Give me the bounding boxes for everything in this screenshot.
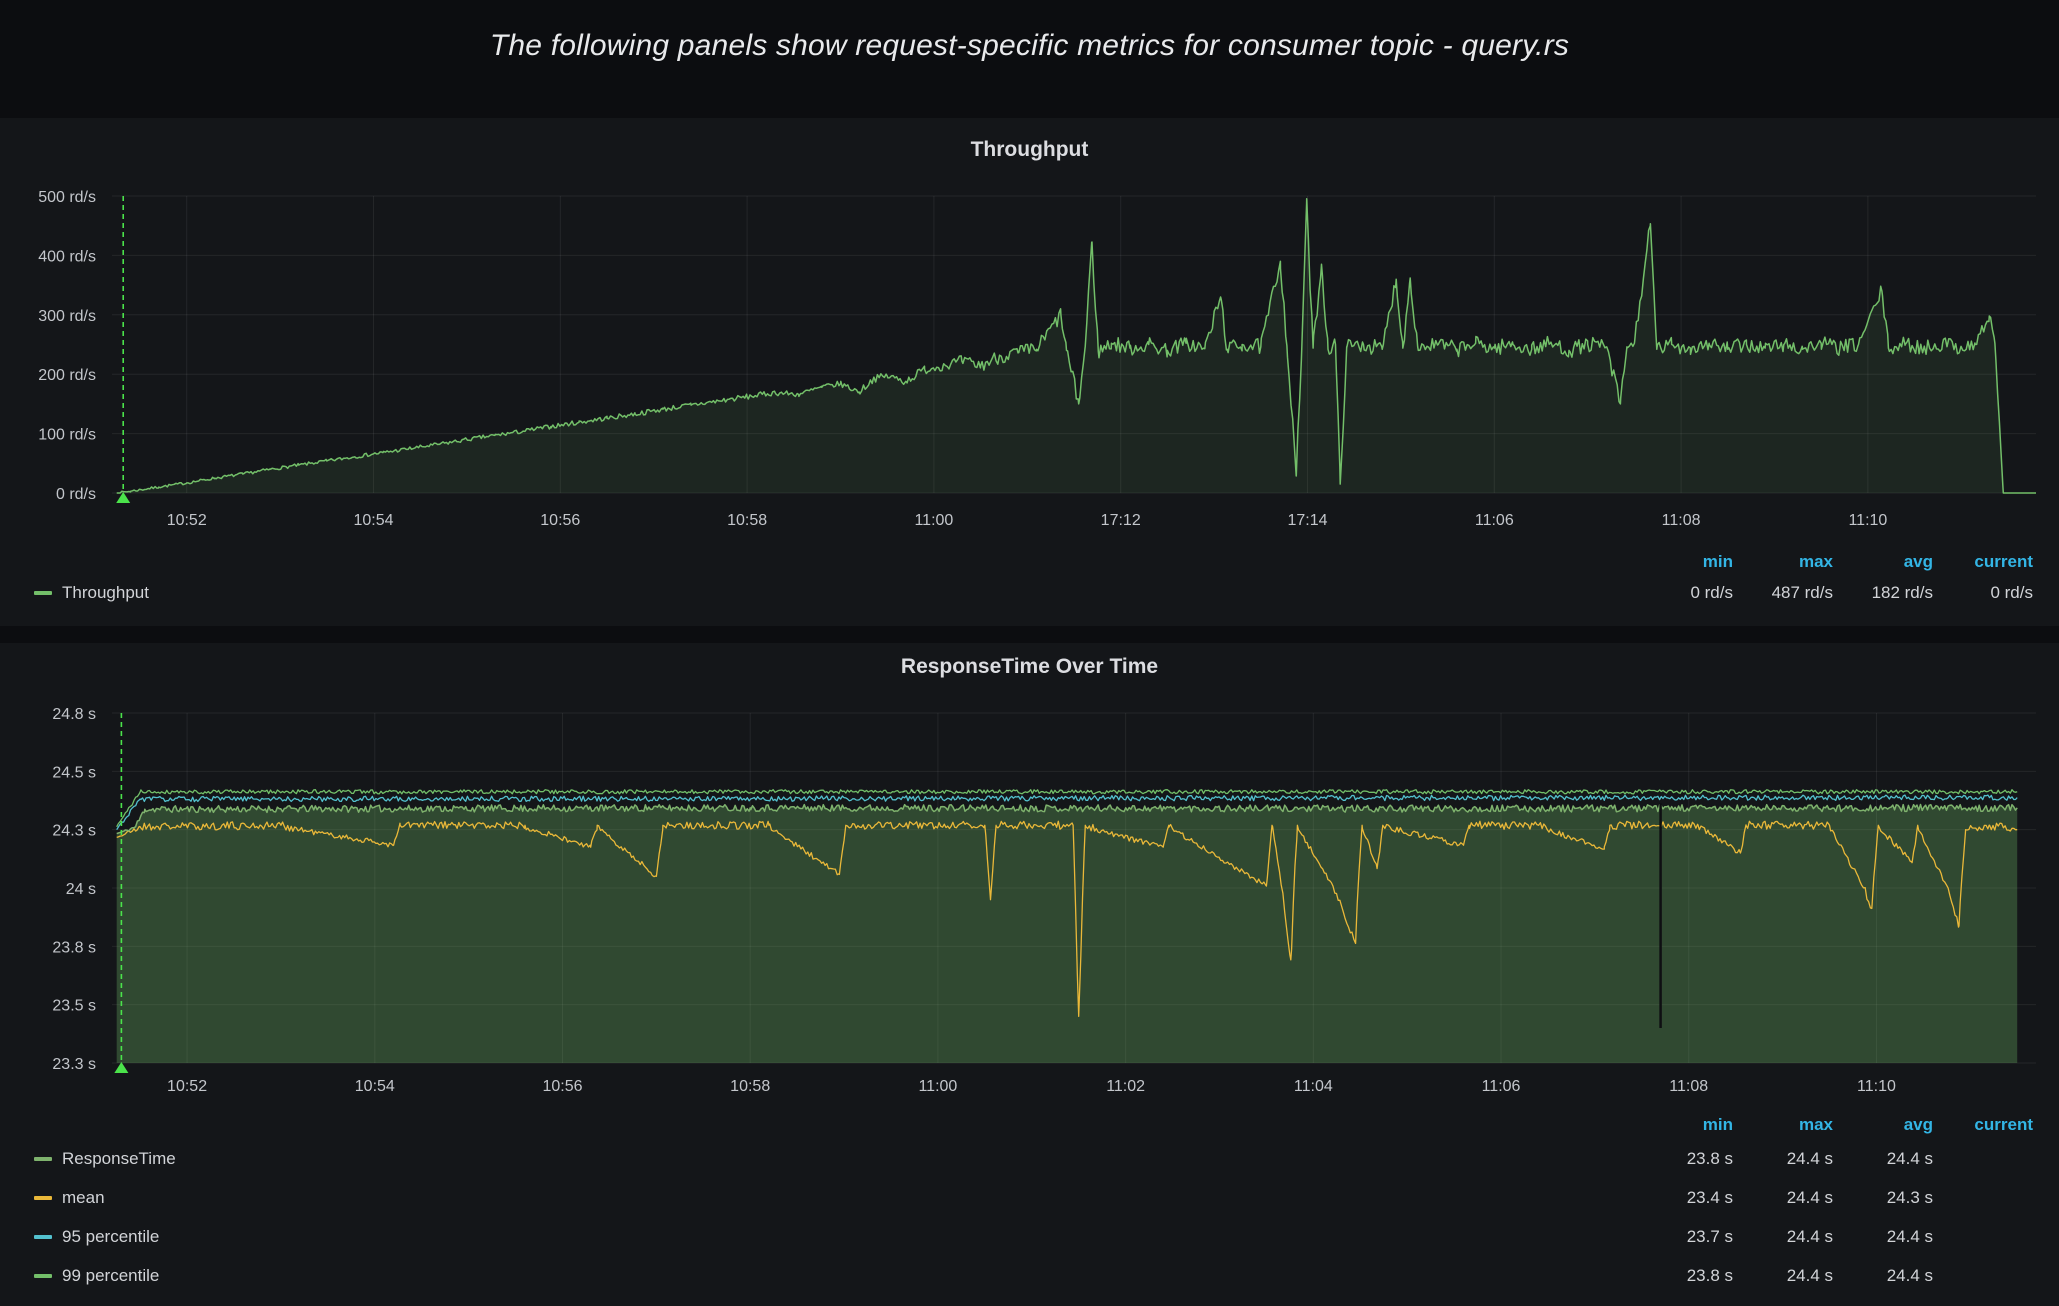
y-tick-label: 23.3 s	[52, 1056, 96, 1073]
legend-label-throughput[interactable]: Throughput	[62, 583, 149, 603]
x-tick-label: 10:58	[730, 1078, 770, 1095]
y-tick-label: 24.3 s	[52, 823, 96, 840]
stat-header-avg[interactable]: avg	[1833, 1115, 1933, 1135]
stat-value-avg-99-percentile: 24.4 s	[1833, 1266, 1933, 1286]
legend-label-mean[interactable]: mean	[62, 1188, 105, 1208]
stat-value-current-responsetime	[1933, 1149, 2033, 1169]
legend-label-99-percentile[interactable]: 99 percentile	[62, 1266, 159, 1286]
x-tick-label: 11:06	[1475, 512, 1514, 529]
stat-header-max[interactable]: max	[1733, 1115, 1833, 1135]
legend-left: 99 percentile	[34, 1266, 1633, 1286]
y-tick-label: 24.8 s	[52, 706, 96, 723]
legend-color-swatch-icon[interactable]	[34, 591, 52, 595]
x-tick-label: 10:52	[167, 1078, 207, 1095]
stat-value-min-mean: 23.4 s	[1633, 1188, 1733, 1208]
x-tick-label: 17:14	[1287, 512, 1327, 529]
throughput-chart[interactable]: 500 rd/s 400 rd/s 300 rd/s 200 rd/s 100 rd/s…	[0, 176, 2059, 538]
y-tick-label: 200 rd/s	[38, 367, 96, 384]
stat-value-avg-mean: 24.3 s	[1833, 1188, 1933, 1208]
stat-value-max-mean: 24.4 s	[1733, 1188, 1833, 1208]
stat-value-max-95-percentile: 24.4 s	[1733, 1227, 1833, 1247]
stat-value-current-95-percentile	[1933, 1227, 2033, 1247]
dashboard-title: The following panels show request-specif…	[490, 29, 1569, 63]
throughput-legend: minmaxavgcurrentThroughput0 rd/s487 rd/s…	[0, 548, 2059, 610]
x-tick-label: 11:10	[1848, 512, 1887, 529]
x-tick-label: 10:58	[727, 512, 767, 529]
legend-left: ResponseTime	[34, 1149, 1633, 1169]
x-tick-label: 10:52	[167, 512, 207, 529]
legend-color-swatch-icon[interactable]	[34, 1196, 52, 1200]
stat-value-max-99-percentile: 24.4 s	[1733, 1266, 1833, 1286]
x-tick-label: 11:10	[1857, 1078, 1896, 1095]
stat-header-max[interactable]: max	[1733, 552, 1833, 572]
x-tick-label: 11:08	[1662, 512, 1701, 529]
y-tick-label: 100 rd/s	[38, 427, 96, 444]
y-tick-label: 500 rd/s	[38, 189, 96, 206]
x-tick-label: 11:00	[914, 512, 953, 529]
stat-value-min-throughput: 0 rd/s	[1633, 583, 1733, 603]
y-tick-label: 0 rd/s	[56, 486, 96, 503]
legend-color-swatch-icon[interactable]	[34, 1274, 52, 1278]
legend-color-swatch-icon[interactable]	[34, 1157, 52, 1161]
x-tick-label: 11:06	[1482, 1078, 1521, 1095]
stat-value-avg-responsetime: 24.4 s	[1833, 1149, 1933, 1169]
annotation-marker-icon[interactable]	[114, 1062, 128, 1073]
x-tick-label: 11:04	[1294, 1078, 1333, 1095]
stat-value-current-mean	[1933, 1188, 2033, 1208]
x-tick-label: 11:08	[1669, 1078, 1708, 1095]
legend-row-responsetime: ResponseTime23.8 s24.4 s24.4 s	[0, 1139, 2059, 1178]
legend-row-throughput: Throughput0 rd/s487 rd/s182 rd/s0 rd/s	[0, 576, 2059, 610]
y-tick-label: 23.8 s	[52, 939, 96, 956]
legend-left: mean	[34, 1188, 1633, 1208]
stat-value-max-responsetime: 24.4 s	[1733, 1149, 1833, 1169]
y-tick-label: 24 s	[66, 881, 96, 898]
panel-title-responsetime[interactable]: ResponseTime Over Time	[0, 655, 2059, 679]
y-tick-label: 400 rd/s	[38, 248, 96, 265]
stat-header-min[interactable]: min	[1633, 1115, 1733, 1135]
x-tick-label: 10:56	[542, 1078, 582, 1095]
legend-row-99-percentile: 99 percentile23.8 s24.4 s24.4 s	[0, 1256, 2059, 1295]
stat-value-avg-throughput: 182 rd/s	[1833, 583, 1933, 603]
stat-value-min-99-percentile: 23.8 s	[1633, 1266, 1733, 1286]
legend-row-95-percentile: 95 percentile23.7 s24.4 s24.4 s	[0, 1217, 2059, 1256]
legend-left: Throughput	[34, 583, 1633, 603]
responsetime-panel: ResponseTime Over Time 24.8 s 24.5 s 24.3 …	[0, 643, 2059, 1306]
x-tick-label: 17:12	[1101, 512, 1141, 529]
responsetime-legend: minmaxavgcurrentResponseTime23.8 s24.4 s…	[0, 1111, 2059, 1295]
legend-row-mean: mean 23.4 s24.4 s24.3 s	[0, 1178, 2059, 1217]
stat-value-min-responsetime: 23.8 s	[1633, 1149, 1733, 1169]
legend-left: 95 percentile	[34, 1227, 1633, 1247]
stat-value-avg-95-percentile: 24.4 s	[1833, 1227, 1933, 1247]
x-tick-label: 11:02	[1106, 1078, 1145, 1095]
stat-value-current-throughput: 0 rd/s	[1933, 583, 2033, 603]
stat-header-current[interactable]: current	[1933, 552, 2033, 572]
y-tick-label: 24.5 s	[52, 764, 96, 781]
legend-label-responsetime[interactable]: ResponseTime	[62, 1149, 176, 1169]
y-tick-label: 300 rd/s	[38, 308, 96, 325]
stat-value-current-99-percentile	[1933, 1266, 2033, 1286]
legend-color-swatch-icon[interactable]	[34, 1235, 52, 1239]
y-tick-label: 23.5 s	[52, 998, 96, 1015]
panel-title-throughput[interactable]: Throughput	[0, 138, 2059, 162]
stat-value-min-95-percentile: 23.7 s	[1633, 1227, 1733, 1247]
x-tick-label: 10:56	[540, 512, 580, 529]
throughput-panel: Throughput 500 rd/s 400 rd/s 300 rd/s 200 r…	[0, 118, 2059, 626]
stat-header-current[interactable]: current	[1933, 1115, 2033, 1135]
stat-header-min[interactable]: min	[1633, 552, 1733, 572]
dashboard-header: The following panels show request-specif…	[0, 0, 2059, 92]
x-tick-label: 10:54	[355, 1078, 395, 1095]
x-tick-label: 11:00	[918, 1078, 957, 1095]
stat-header-avg[interactable]: avg	[1833, 552, 1933, 572]
stats-header-row: minmaxavgcurrent	[0, 1111, 2059, 1139]
series-fill-responsetime	[117, 805, 2018, 1064]
legend-label-95-percentile[interactable]: 95 percentile	[62, 1227, 159, 1247]
stat-value-max-throughput: 487 rd/s	[1733, 583, 1833, 603]
responsetime-chart[interactable]: 24.8 s 24.5 s 24.3 s 24 s 23.8 s 23.5 s 23.3 s…	[0, 693, 2059, 1105]
stats-header-row: minmaxavgcurrent	[0, 548, 2059, 576]
x-tick-label: 10:54	[353, 512, 393, 529]
